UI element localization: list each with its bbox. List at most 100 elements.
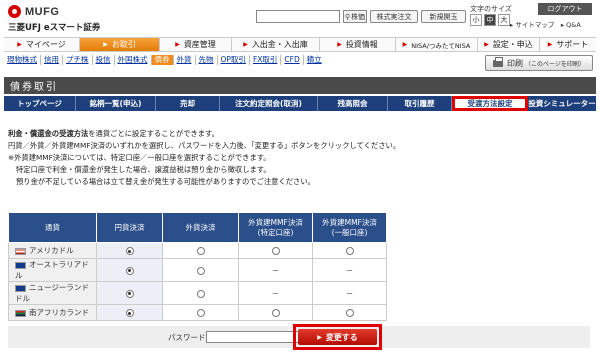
us-flag-icon (15, 247, 26, 255)
subnav-shinyo[interactable]: 信用 (41, 55, 63, 65)
description-line: 円貨／外貨／外貨建MMF決済のいずれかを選択し、パスワードを入力後、「変更する」… (8, 141, 401, 150)
gnav-assets[interactable]: ▶ 資産管理 (160, 38, 232, 51)
triangle-icon: ▶ (17, 41, 22, 48)
col-currency: 通貨 (8, 212, 97, 243)
radio-cell[interactable] (238, 304, 313, 321)
table-row: アメリカドル (8, 242, 387, 259)
tab-bond-list[interactable]: 銘柄一覧(申込) (76, 96, 156, 111)
currency-cell: オーストラリアドル (8, 258, 97, 282)
currency-cell: アメリカドル (8, 242, 97, 259)
triangle-icon: ▶ (103, 41, 108, 48)
global-nav: ▶ マイページ ▶ お取引 ▶ 資産管理 ▶ 入出金・入出庫 ▶ 投資情報 ▶ NISA/つ… (4, 37, 596, 52)
brand-logo[interactable]: MUFG (8, 5, 59, 18)
radio-usd-yen[interactable] (125, 247, 134, 255)
na-cell: － (312, 258, 387, 282)
font-size-small-button[interactable]: 小 (470, 14, 482, 26)
page-title: 債券取引 (4, 77, 596, 94)
subnav-cfd[interactable]: CFD (281, 55, 304, 65)
stock-search-button[interactable]: ⚲ 株価 (343, 10, 367, 23)
font-size-large-button[interactable]: 大 (498, 14, 510, 26)
radio-zar-yen[interactable] (125, 309, 134, 317)
subnav-bond[interactable]: 債券 (151, 55, 174, 65)
bond-tabs: トップページ 銘柄一覧(申込) 売却 注文約定照会(取消) 残高照会 取引履歴 … (4, 96, 596, 111)
radio-nzd-foreign[interactable] (196, 289, 205, 298)
radio-nzd-yen[interactable] (125, 289, 134, 298)
logout-button[interactable]: ログアウト (538, 3, 592, 15)
radio-aud-yen[interactable] (125, 266, 134, 275)
radio-cell[interactable] (96, 258, 163, 282)
tab-history[interactable]: 取引履歴 (388, 96, 452, 111)
col-mmf-tokutei: 外貨建MMF決済 (特定口座) (238, 212, 313, 243)
subnav-futures[interactable]: 先物 (196, 55, 218, 65)
tab-balance[interactable]: 残高照会 (318, 96, 388, 111)
triangle-icon: ▶ (243, 41, 248, 48)
gnav-deposit[interactable]: ▶ 入出金・入出庫 (232, 38, 320, 51)
radio-usd-mmf-tokutei[interactable] (271, 247, 280, 255)
gnav-settings[interactable]: ▶ 設定・申込 (478, 38, 540, 51)
gnav-trade[interactable]: ▶ お取引 (80, 38, 160, 51)
radio-usd-mmf-ippan[interactable] (345, 247, 354, 255)
gnav-info[interactable]: ▶ 投資情報 (320, 38, 396, 51)
print-button[interactable]: 印刷 （このページを印刷） (485, 55, 593, 71)
change-submit-button[interactable]: ▶ 変更する (298, 329, 377, 345)
radio-cell[interactable] (162, 304, 239, 321)
na-cell: － (238, 281, 313, 305)
description-note: ※外貨建MMF決済については、特定口座／一般口座を選択することができます。 (8, 153, 271, 162)
radio-zar-mmf-ippan[interactable] (345, 309, 354, 317)
font-size-medium-button[interactable]: 中 (484, 14, 496, 26)
subnav-toshin[interactable]: 投信 (93, 55, 115, 65)
triangle-icon: ▶ (547, 41, 553, 48)
radio-usd-foreign[interactable] (196, 247, 205, 255)
tab-top[interactable]: トップページ (4, 96, 76, 111)
table-row: ニュージーランドドル － － (8, 281, 387, 305)
radio-zar-mmf-tokutei[interactable] (271, 309, 280, 317)
radio-cell[interactable] (96, 242, 163, 259)
subnav-genbutsu[interactable]: 現物株式 (4, 55, 41, 65)
gnav-nisa[interactable]: ▶ NISA/つみたてNISA (396, 38, 478, 51)
gnav-mypage[interactable]: ▶ マイページ (4, 38, 80, 51)
triangle-icon: ▶ (175, 41, 180, 48)
tab-sell[interactable]: 売却 (156, 96, 220, 111)
tab-order-inquiry[interactable]: 注文約定照会(取消) (220, 96, 318, 111)
radio-cell[interactable] (162, 281, 239, 305)
tab-delivery-settings[interactable]: 受渡方法設定 (452, 96, 528, 111)
delivery-method-table: 通貨 円貨決済 外貨決済 外貨建MMF決済 (特定口座) 外貨建MMF決済 (一… (8, 212, 387, 321)
radio-aud-foreign[interactable] (196, 266, 205, 275)
sitemap-links[interactable]: ▸ サイトマップ ▸ Q&A (510, 19, 581, 29)
description: 利金・償還金の受渡方法を通貨ごとに設定することができます。 円貨／外貨／外貨建M… (8, 128, 400, 188)
sub-nav: 現物株式 信用 プチ株 投信 外国株式 債券 外貨 先物 OP取引 FX取引 C… (4, 53, 325, 67)
radio-cell[interactable] (162, 242, 239, 259)
subnav-options[interactable]: OP取引 (218, 55, 250, 65)
password-input[interactable] (206, 331, 300, 343)
radio-cell[interactable] (96, 304, 163, 321)
radio-cell[interactable] (312, 242, 387, 259)
stock-search-input[interactable] (256, 10, 340, 23)
mufg-logo-icon (8, 5, 21, 18)
radio-cell[interactable] (312, 304, 387, 321)
printer-icon (493, 56, 504, 67)
tab-simulator[interactable]: 投資シミュレーター (528, 96, 596, 111)
subnav-puchi[interactable]: プチ株 (63, 55, 93, 65)
currency-cell: ニュージーランドドル (8, 281, 97, 305)
subnav-foreign-stock[interactable]: 外国株式 (115, 55, 152, 65)
radio-cell[interactable] (238, 242, 313, 259)
search-icon: ⚲ (344, 12, 351, 21)
subnav-tsumitate[interactable]: 積立 (304, 55, 325, 65)
subnav-fx[interactable]: FX取引 (250, 55, 282, 65)
radio-cell[interactable] (96, 281, 163, 305)
radio-zar-foreign[interactable] (196, 309, 205, 317)
brand-subtitle: 三菱UFJ eスマート証券 (8, 23, 101, 33)
triangle-icon: ▶ (402, 41, 408, 48)
description-note: 預り金が不足している場合は立て替え金が発生する可能性がありますのでご注意ください… (16, 177, 315, 186)
subnav-gaika[interactable]: 外貨 (174, 55, 196, 65)
radio-cell[interactable] (162, 258, 239, 282)
table-row: 南アフリカランド (8, 304, 387, 321)
currency-cell: 南アフリカランド (8, 304, 97, 321)
gnav-support[interactable]: ▶ サポート (540, 38, 596, 51)
table-row: オーストラリアドル － － (8, 258, 387, 282)
stock-order-button[interactable]: 株式実注文 (370, 10, 418, 23)
na-cell: － (238, 258, 313, 282)
font-size-label: 文字のサイズ (470, 5, 512, 13)
new-open-button[interactable]: 新規開玉 (421, 10, 466, 23)
za-flag-icon (15, 309, 26, 317)
